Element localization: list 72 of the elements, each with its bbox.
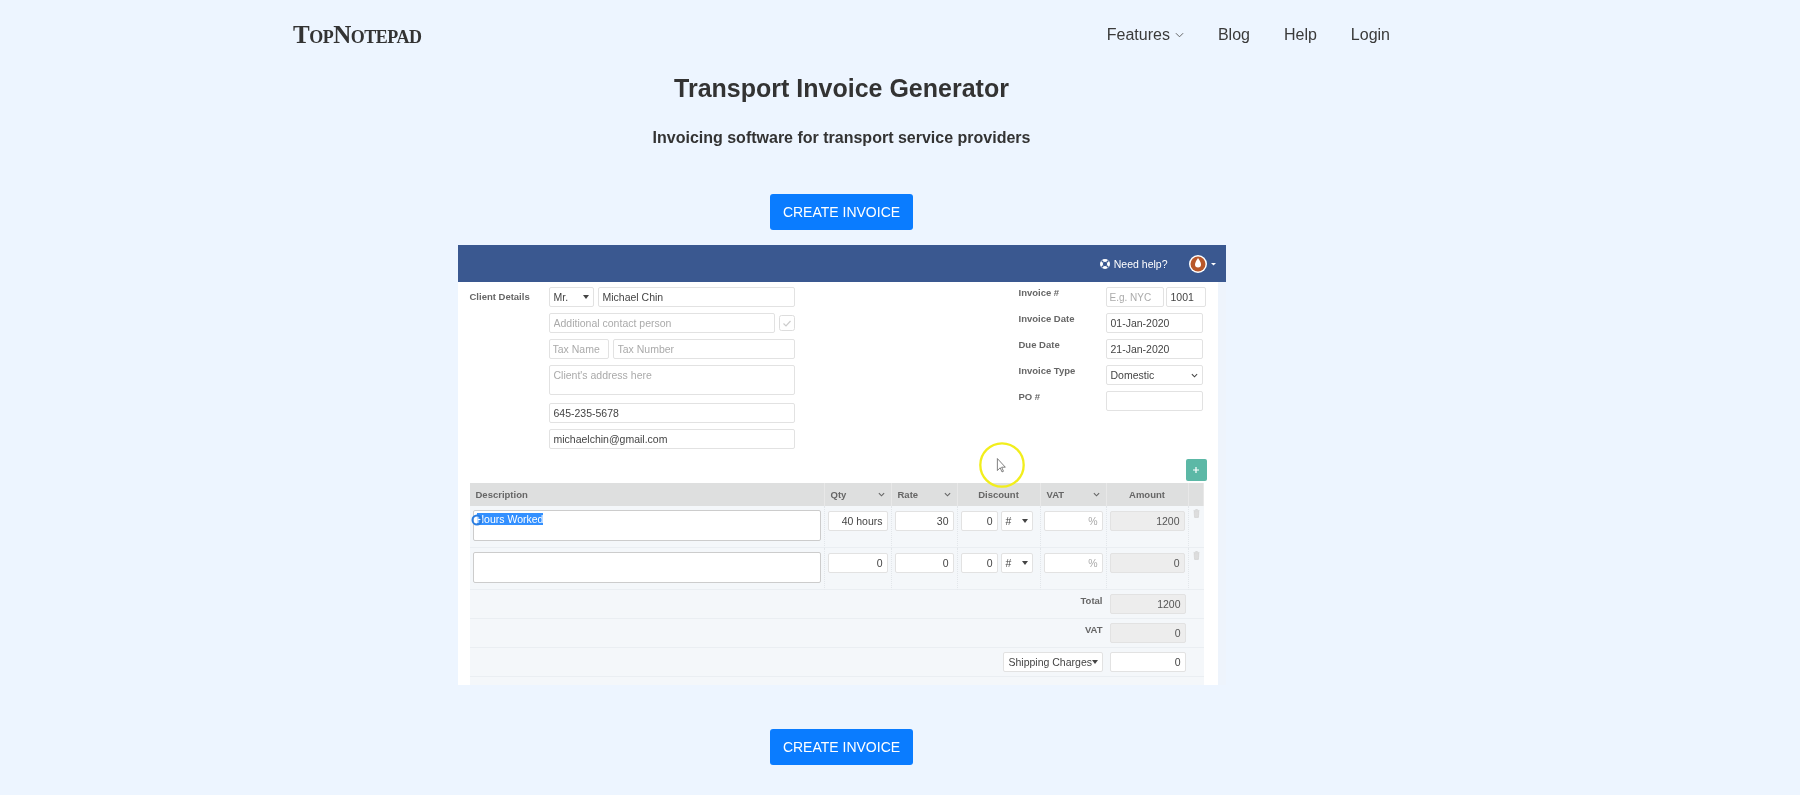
rate-field[interactable]: 0 — [894, 553, 954, 573]
invoice-field-label: Invoice Type — [1018, 365, 1077, 378]
nav-link[interactable]: Blog — [1217, 26, 1250, 44]
help-icon — [1098, 257, 1111, 270]
invoice-field-label: Invoice Date — [1018, 313, 1076, 326]
discount-unit-select[interactable]: # — [1000, 511, 1033, 531]
avatar-icon[interactable] — [1187, 253, 1218, 274]
total-value-field[interactable]: 0 — [1109, 652, 1186, 672]
contact-person-field[interactable]: Additional contact person — [548, 313, 775, 333]
salutation-select[interactable]: Mr. — [548, 287, 594, 307]
invoice-number-field[interactable]: 1001 — [1165, 287, 1206, 307]
page-title: Transport Invoice Generator — [674, 74, 1009, 103]
invoice-field-label: PO # — [1018, 391, 1042, 404]
total-value-field[interactable]: 0 — [1109, 623, 1186, 643]
page-subtitle: Invoicing software for transport service providers — [652, 129, 1031, 147]
invoice-field[interactable] — [1105, 391, 1203, 411]
invoice-field-label: Invoice # — [1018, 287, 1061, 300]
plus-icon — [1192, 466, 1200, 474]
email-field[interactable]: michaelchin@gmail.com — [548, 429, 795, 449]
column-header: Amount — [1129, 489, 1165, 500]
charges-select[interactable]: Shipping Charges — [1002, 652, 1103, 672]
nav-link[interactable]: Login — [1350, 26, 1390, 44]
discount-unit-select[interactable]: # — [1000, 553, 1033, 573]
trash-icon[interactable] — [1192, 551, 1200, 560]
client-details-label: Client Details — [469, 290, 531, 304]
rate-field[interactable]: 30 — [894, 511, 954, 531]
total-value-field[interactable]: 1200 — [1109, 594, 1186, 614]
add-column-button[interactable] — [1185, 459, 1207, 481]
quantity-field[interactable]: 40 hours — [827, 511, 888, 531]
caret-icon — [582, 295, 589, 299]
tax-name-field[interactable]: Tax Name — [548, 339, 609, 359]
address-field[interactable]: Client's address here — [548, 365, 795, 395]
description-field[interactable] — [472, 552, 821, 583]
check-icon[interactable] — [778, 315, 795, 331]
amount-field[interactable]: 0 — [1109, 553, 1185, 573]
invoice-field[interactable]: 01-Jan-2020 — [1105, 313, 1203, 333]
quantity-field[interactable]: 0 — [827, 553, 888, 573]
column-header: Rate — [897, 489, 919, 500]
vat-field[interactable]: % — [1043, 511, 1103, 531]
logo[interactable]: TopNotepad — [293, 21, 422, 49]
nav-link[interactable]: Help — [1283, 26, 1317, 44]
tax-number-field[interactable]: Tax Number — [612, 339, 795, 359]
phone-field[interactable]: 645-235-5678 — [548, 403, 795, 423]
column-header: Qty — [830, 489, 847, 500]
discount-field[interactable]: 0 — [960, 553, 998, 573]
invoice-field[interactable]: 21-Jan-2020 — [1105, 339, 1203, 359]
create-invoice-button[interactable]: CREATE INVOICE — [769, 729, 914, 765]
discount-field[interactable]: 0 — [960, 511, 998, 531]
chevron-down-icon — [1190, 372, 1198, 378]
chevron-down-icon — [1174, 32, 1184, 38]
total-label: Total — [1080, 594, 1103, 606]
client-name-field[interactable]: Michael Chin — [597, 287, 795, 307]
trash-icon[interactable] — [1192, 509, 1200, 518]
nav-link[interactable]: Features — [1106, 26, 1184, 44]
chevron-down-icon[interactable] — [1092, 492, 1100, 497]
invoice-type-select[interactable]: Domestic — [1105, 365, 1203, 385]
caret-icon — [1021, 561, 1028, 565]
caret-icon — [1021, 519, 1028, 523]
chevron-down-icon[interactable] — [943, 492, 951, 497]
amount-field[interactable]: 1200 — [1109, 511, 1185, 531]
column-header: VAT — [1046, 489, 1065, 500]
caret-icon — [1092, 660, 1098, 664]
chevron-down-icon[interactable] — [877, 492, 885, 497]
invoice-prefix-field[interactable]: E.g. NYC — [1105, 287, 1164, 307]
help-link[interactable]: Need help? — [1113, 257, 1168, 270]
cursor-highlight-icon — [977, 441, 1026, 489]
vat-field[interactable]: % — [1043, 553, 1103, 573]
total-label: VAT — [1084, 623, 1103, 635]
column-header: Discount — [978, 489, 1019, 500]
column-header: Description — [475, 489, 528, 500]
create-invoice-button[interactable]: CREATE INVOICE — [769, 194, 914, 230]
invoice-field-label: Due Date — [1018, 339, 1061, 352]
